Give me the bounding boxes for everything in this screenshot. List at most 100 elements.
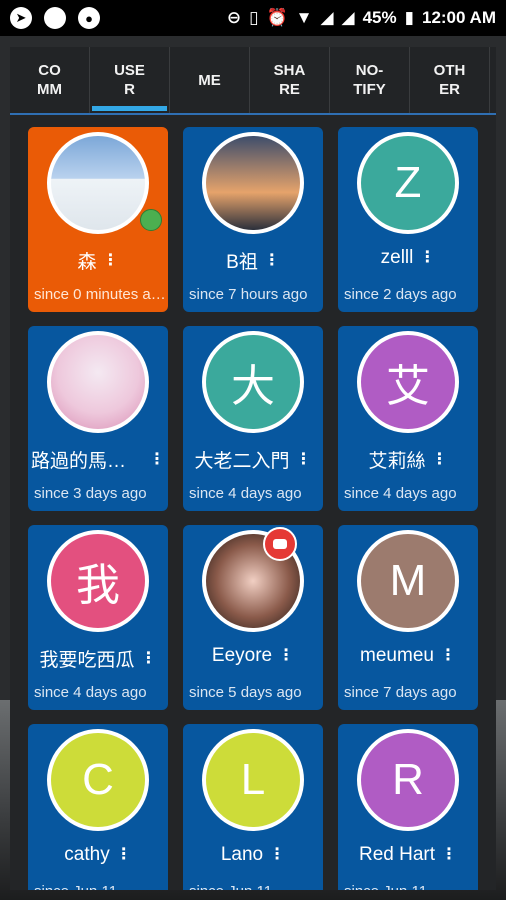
- more-options-icon[interactable]: ⋮: [419, 250, 435, 266]
- user-panel: CO MM USE R ME SHA RE NO- TIFY OTH ER 森 ⋮…: [10, 47, 496, 890]
- user-name: 路過的馬路人: [31, 451, 143, 472]
- avatar-photo: [206, 136, 300, 230]
- user-name-row: 大老二入門 ⋮: [183, 446, 323, 473]
- avatar: M: [357, 530, 459, 632]
- user-name: Lano: [220, 844, 264, 865]
- user-name-row: B祖 ⋮: [183, 247, 323, 274]
- user-card[interactable]: R Red Hart ⋮ since Jun 11: [338, 724, 478, 890]
- avatar: 大: [202, 331, 304, 433]
- vibrate-icon: ▯: [249, 8, 259, 27]
- record-icon: ●: [78, 7, 100, 29]
- avatar: R: [357, 729, 459, 831]
- more-options-icon[interactable]: ⋮: [141, 650, 157, 667]
- user-name: Red Hart: [358, 844, 436, 865]
- avatar-letter: 大: [206, 335, 300, 429]
- signal-icon-2: ◢: [341, 8, 355, 27]
- user-name-row: meumeu ⋮: [338, 645, 478, 667]
- user-name-row: 森 ⋮: [28, 247, 168, 274]
- notification-dot-icon: [44, 7, 66, 29]
- last-seen-text: since Jun 11: [34, 883, 166, 890]
- avatar-letter: 我: [51, 534, 145, 628]
- last-seen-text: since 5 days ago: [189, 684, 302, 701]
- tab-me[interactable]: ME: [170, 47, 250, 113]
- avatar-letter: C: [51, 733, 145, 827]
- user-name-row: Red Hart ⋮: [338, 844, 478, 866]
- avatar-letter: L: [206, 733, 300, 827]
- user-name-row: 我要吃西瓜 ⋮: [28, 645, 168, 672]
- user-name-row: Lano ⋮: [183, 844, 323, 866]
- battery-icon: ▮: [404, 8, 414, 27]
- avatar: [202, 132, 304, 234]
- more-options-icon[interactable]: ⋮: [432, 451, 448, 468]
- avatar-letter: M: [361, 534, 455, 628]
- more-options-icon[interactable]: ⋮: [116, 847, 132, 863]
- tab-other[interactable]: OTH ER: [410, 47, 490, 113]
- navigation-icon: ➤: [10, 7, 32, 29]
- tab-comm[interactable]: CO MM: [10, 47, 90, 113]
- user-name: cathy: [64, 844, 110, 865]
- user-name: 森: [77, 252, 97, 273]
- avatar: Z: [357, 132, 459, 234]
- online-status-icon: [140, 209, 162, 231]
- user-name-row: 路過的馬路人 ⋮: [28, 446, 168, 473]
- more-options-icon[interactable]: ⋮: [269, 847, 285, 863]
- user-name: Eeyore: [211, 645, 273, 666]
- user-grid: 森 ⋮ since 0 minutes ago B祖 ⋮ since 7 hours ag…: [28, 127, 478, 890]
- user-card[interactable]: 艾艾莉絲 ⋮ since 4 days ago: [338, 326, 478, 511]
- last-seen-text: since 4 days ago: [189, 485, 302, 502]
- last-seen-text: since Jun 11: [189, 883, 321, 890]
- user-name-row: zelll ⋮: [338, 247, 478, 269]
- avatar: 我: [47, 530, 149, 632]
- avatar-photo: [51, 136, 145, 230]
- more-options-icon[interactable]: ⋮: [103, 252, 119, 269]
- user-name: 我要吃西瓜: [39, 650, 135, 671]
- tab-share[interactable]: SHA RE: [250, 47, 330, 113]
- alarm-icon: ⏰: [266, 8, 288, 27]
- user-card[interactable]: B祖 ⋮ since 7 hours ago: [183, 127, 323, 312]
- last-seen-text: since 3 days ago: [34, 485, 147, 502]
- battery-percent: 45%: [362, 8, 397, 27]
- user-card[interactable]: Eeyore ⋮ since 5 days ago: [183, 525, 323, 710]
- clock: 12:00 AM: [421, 8, 496, 27]
- status-bar: ➤ ● ⊖ ▯ ⏰ ▼ ◢ ◢ 45% ▮ 12:00 AM: [0, 0, 506, 36]
- user-card[interactable]: L Lano ⋮ since Jun 11: [183, 724, 323, 890]
- user-card[interactable]: Zzelll ⋮ since 2 days ago: [338, 127, 478, 312]
- user-name: 艾莉絲: [368, 451, 426, 472]
- tab-user[interactable]: USE R: [90, 47, 170, 113]
- user-card[interactable]: Ccathy ⋮ since Jun 11: [28, 724, 168, 890]
- more-options-icon[interactable]: ⋮: [441, 847, 457, 863]
- user-card[interactable]: 路過的馬路人 ⋮ since 3 days ago: [28, 326, 168, 511]
- user-name: 大老二入門: [194, 451, 290, 472]
- user-name-row: cathy ⋮: [28, 844, 168, 866]
- last-seen-text: since 2 days ago: [344, 286, 457, 303]
- chat-bubble-icon: [263, 527, 297, 561]
- signal-icon: ◢: [320, 8, 334, 27]
- more-options-icon[interactable]: ⋮: [264, 252, 280, 269]
- tab-bar: CO MM USE R ME SHA RE NO- TIFY OTH ER: [10, 47, 496, 115]
- avatar: C: [47, 729, 149, 831]
- user-card[interactable]: Mmeumeu ⋮ since 7 days ago: [338, 525, 478, 710]
- wifi-icon: ▼: [295, 8, 313, 27]
- user-name: B祖: [226, 252, 258, 273]
- avatar: [47, 331, 149, 433]
- dnd-icon: ⊖: [226, 8, 242, 27]
- last-seen-text: since 7 days ago: [344, 684, 457, 701]
- user-card[interactable]: 森 ⋮ since 0 minutes ago: [28, 127, 168, 312]
- user-name-row: 艾莉絲 ⋮: [338, 446, 478, 473]
- avatar-letter: Z: [361, 136, 455, 230]
- user-card[interactable]: 我我要吃西瓜 ⋮ since 4 days ago: [28, 525, 168, 710]
- more-options-icon[interactable]: ⋮: [440, 648, 456, 664]
- last-seen-text: since 4 days ago: [34, 684, 147, 701]
- last-seen-text: since 7 hours ago: [189, 286, 308, 303]
- more-options-icon[interactable]: ⋮: [278, 648, 294, 664]
- last-seen-text: since Jun 11: [344, 883, 476, 890]
- last-seen-text: since 0 minutes ago: [34, 286, 166, 303]
- more-options-icon[interactable]: ⋮: [296, 451, 312, 468]
- user-name-row: Eeyore ⋮: [183, 645, 323, 667]
- tab-notify[interactable]: NO- TIFY: [330, 47, 410, 113]
- avatar-letter: R: [361, 733, 455, 827]
- user-name: zelll: [380, 247, 414, 268]
- avatar: [47, 132, 149, 234]
- more-options-icon[interactable]: ⋮: [149, 451, 165, 468]
- user-card[interactable]: 大大老二入門 ⋮ since 4 days ago: [183, 326, 323, 511]
